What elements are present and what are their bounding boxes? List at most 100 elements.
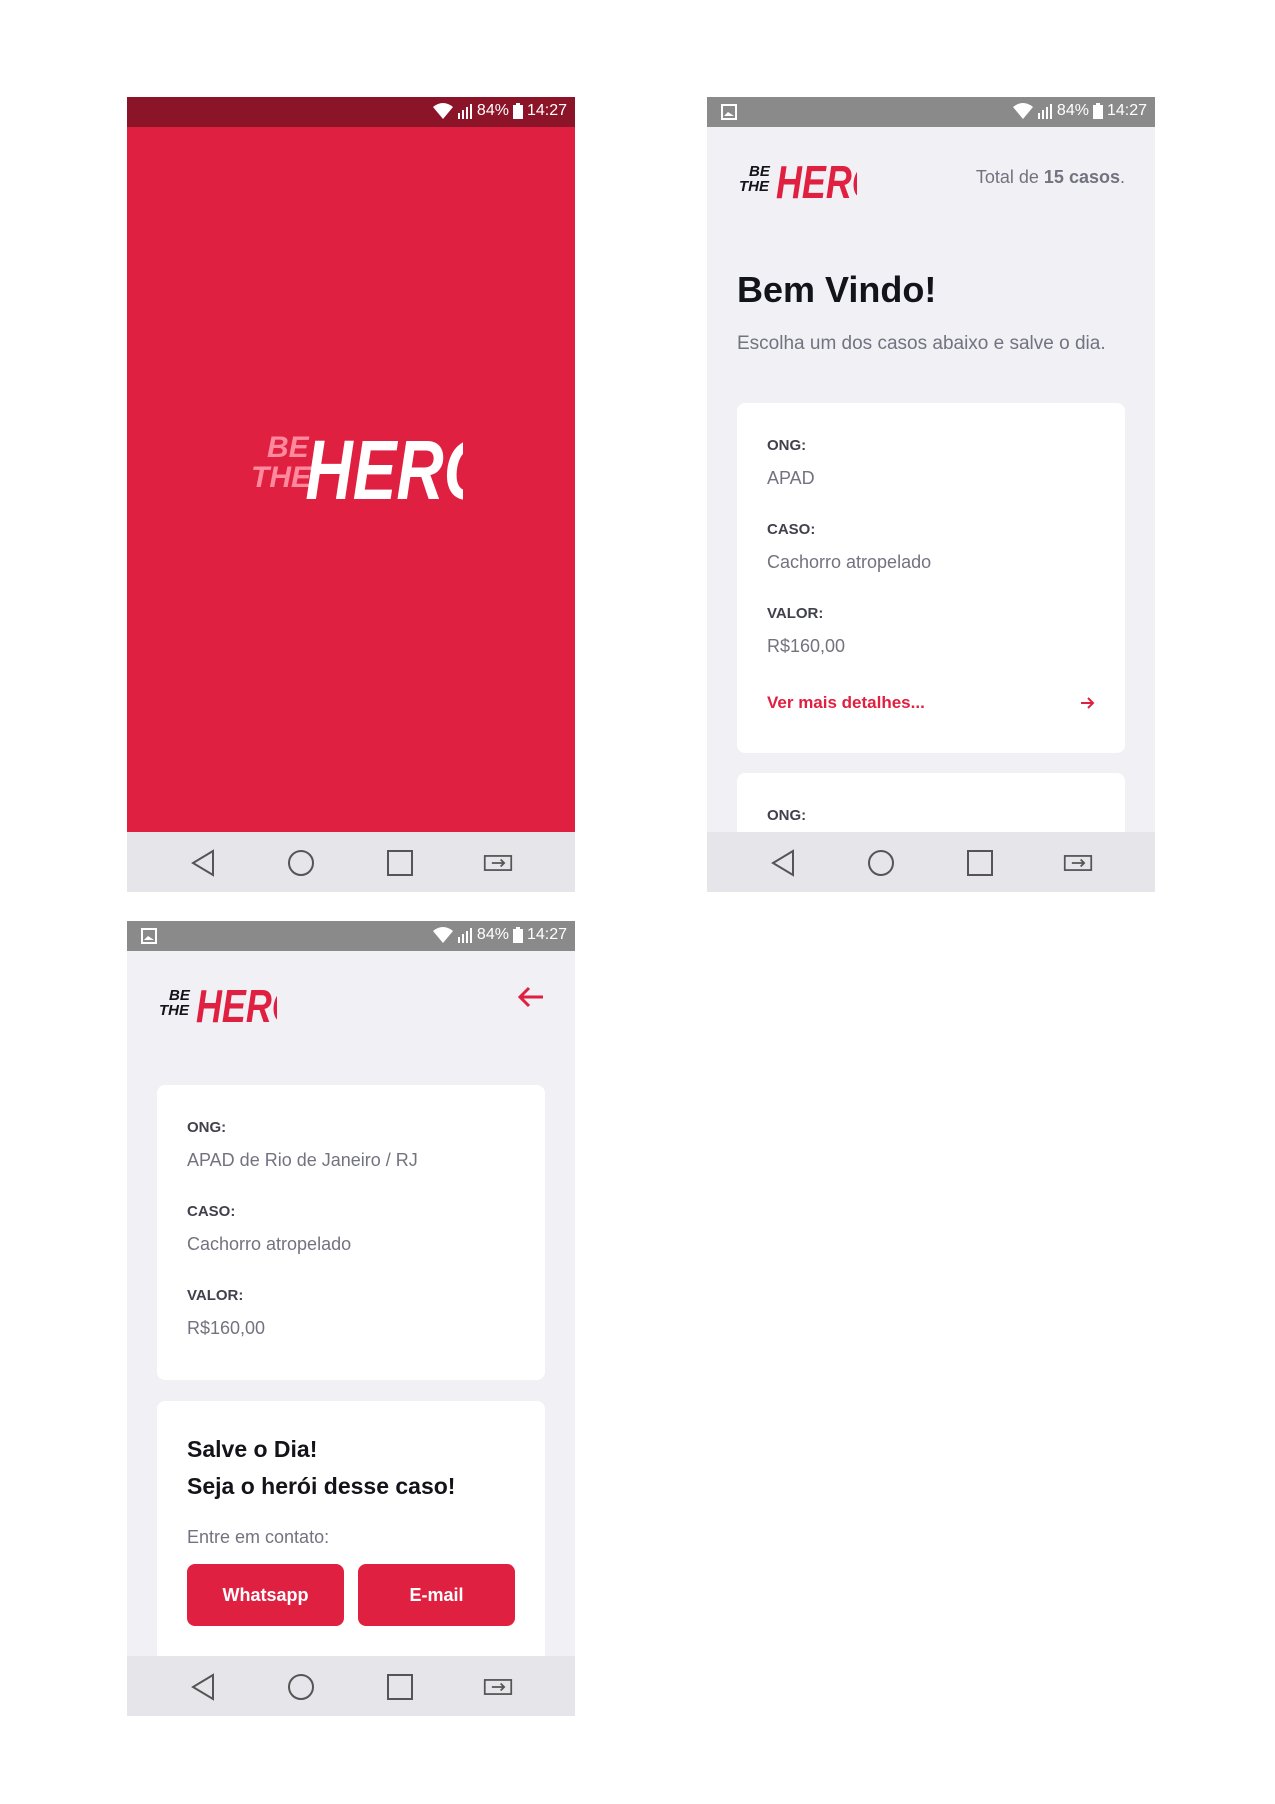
circle-home-icon <box>288 1674 314 1700</box>
battery-icon <box>512 927 523 943</box>
incident-card: ONG: APAD CASO: Cachorro atropelado VALO… <box>737 403 1125 753</box>
caso-value: Cachorro atropelado <box>187 1234 352 1254</box>
contact-label: Entre em contato: <box>187 1527 330 1547</box>
incidents-list-screen: 84% 14:27 BE THE HERO Total de 15 casos.… <box>707 97 1155 892</box>
total-count: 15 casos <box>1043 167 1120 187</box>
logo-hero-text: HERO <box>196 981 277 1032</box>
home-nav-button[interactable] <box>286 1672 316 1702</box>
splash-screen: 84% 14:27 BE THE HERO <box>127 97 575 892</box>
ong-label: ONG: <box>187 1119 227 1136</box>
page-subtitle: Escolha um dos casos abaixo e salve o di… <box>737 333 1106 354</box>
triangle-back-icon <box>771 849 794 877</box>
details-link-text: Ver mais detalhes... <box>767 693 925 712</box>
battery-percent: 84% <box>476 102 509 119</box>
logo-the-text: THE <box>739 178 770 195</box>
status-indicators: 84% 14:27 <box>432 926 567 944</box>
caso-value: Cachorro atropelado <box>767 552 932 572</box>
ong-value: APAD de Rio de Janeiro / RJ <box>187 1150 418 1170</box>
logo-the-text: THE <box>159 1002 190 1019</box>
arrow-left-icon <box>517 986 543 1008</box>
valor-label: VALOR: <box>187 1287 244 1304</box>
email-button[interactable]: E-mail <box>358 1564 515 1626</box>
status-bar: 84% 14:27 <box>127 921 575 951</box>
battery-percent: 84% <box>1056 102 1089 119</box>
switch-sim-nav-button[interactable] <box>1063 848 1093 878</box>
switch-sim-nav-button[interactable] <box>483 848 513 878</box>
arrow-right-icon <box>1081 697 1095 709</box>
battery-icon <box>512 103 523 119</box>
back-nav-button[interactable] <box>188 848 218 878</box>
clock: 14:27 <box>526 926 567 943</box>
signal-icon <box>1037 104 1052 119</box>
status-indicators: 84% 14:27 <box>432 102 567 120</box>
total-cases-text: Total de 15 casos. <box>976 167 1125 188</box>
android-nav-bar <box>127 1656 575 1716</box>
clock: 14:27 <box>1106 102 1147 119</box>
total-suffix: . <box>1119 167 1125 187</box>
circle-home-icon <box>868 850 894 876</box>
back-button[interactable] <box>517 983 545 1016</box>
dual-window-icon <box>483 855 513 871</box>
image-notification-icon <box>141 928 157 944</box>
valor-value: R$160,00 <box>187 1318 266 1338</box>
recents-nav-button[interactable] <box>965 848 995 878</box>
logo-the-text: THE <box>251 461 312 494</box>
list-content: BE THE HERO Total de 15 casos. Bem Vindo… <box>707 127 1155 832</box>
battery-percent: 84% <box>476 926 509 943</box>
total-prefix: Total de <box>975 167 1044 187</box>
triangle-back-icon <box>191 1673 214 1701</box>
circle-home-icon <box>288 850 314 876</box>
ong-label: ONG: <box>767 807 807 824</box>
page-title: Bem Vindo! <box>737 269 937 310</box>
status-bar: 84% 14:27 <box>707 97 1155 127</box>
ong-value: APAD <box>767 468 815 488</box>
recents-nav-button[interactable] <box>385 1672 415 1702</box>
bethehero-logo: BE THE HERO <box>251 423 463 517</box>
wifi-icon <box>432 927 453 943</box>
battery-icon <box>1092 103 1103 119</box>
dual-window-icon <box>483 1679 513 1695</box>
valor-label: VALOR: <box>767 605 824 622</box>
square-recents-icon <box>387 850 413 876</box>
bethehero-logo: BE THE HERO <box>739 157 857 208</box>
logo-be-text: BE <box>267 431 310 464</box>
contact-actions: Whatsapp E-mail <box>187 1564 515 1626</box>
signal-icon <box>457 104 472 119</box>
switch-sim-nav-button[interactable] <box>483 1672 513 1702</box>
clock: 14:27 <box>526 102 567 119</box>
splash-content: BE THE HERO <box>127 127 575 832</box>
android-nav-bar <box>707 832 1155 892</box>
details-button[interactable]: Ver mais detalhes... <box>767 693 1095 713</box>
incident-detail-screen: 84% 14:27 BE THE HERO ONG: APAD de Rio d… <box>127 921 575 1716</box>
whatsapp-button[interactable]: Whatsapp <box>187 1564 344 1626</box>
dual-window-icon <box>1063 855 1093 871</box>
recents-nav-button[interactable] <box>385 848 415 878</box>
home-nav-button[interactable] <box>866 848 896 878</box>
triangle-back-icon <box>191 849 214 877</box>
android-nav-bar <box>127 832 575 892</box>
valor-value: R$160,00 <box>767 636 846 656</box>
caso-label: CASO: <box>767 521 816 538</box>
contact-box: Salve o Dia! Seja o herói desse caso! En… <box>157 1401 545 1656</box>
image-notification-icon <box>721 104 737 120</box>
square-recents-icon <box>967 850 993 876</box>
back-nav-button[interactable] <box>768 848 798 878</box>
ong-label: ONG: <box>767 437 807 454</box>
detail-content: BE THE HERO ONG: APAD de Rio de Janeiro … <box>127 951 575 1656</box>
incident-card-partial: ONG: <box>737 773 1125 832</box>
hero-title-line2: Seja o herói desse caso! <box>187 1473 456 1499</box>
signal-icon <box>457 928 472 943</box>
caso-label: CASO: <box>187 1203 236 1220</box>
wifi-icon <box>1012 103 1033 119</box>
incident-detail-card: ONG: APAD de Rio de Janeiro / RJ CASO: C… <box>157 1085 545 1380</box>
back-nav-button[interactable] <box>188 1672 218 1702</box>
status-bar: 84% 14:27 <box>127 97 575 127</box>
logo-hero-text: HERO <box>776 157 857 208</box>
hero-title-line1: Salve o Dia! <box>187 1436 318 1462</box>
square-recents-icon <box>387 1674 413 1700</box>
logo-hero-text: HERO <box>305 423 463 517</box>
status-indicators: 84% 14:27 <box>1012 102 1147 120</box>
wifi-icon <box>432 103 453 119</box>
home-nav-button[interactable] <box>286 848 316 878</box>
bethehero-logo: BE THE HERO <box>159 981 277 1032</box>
